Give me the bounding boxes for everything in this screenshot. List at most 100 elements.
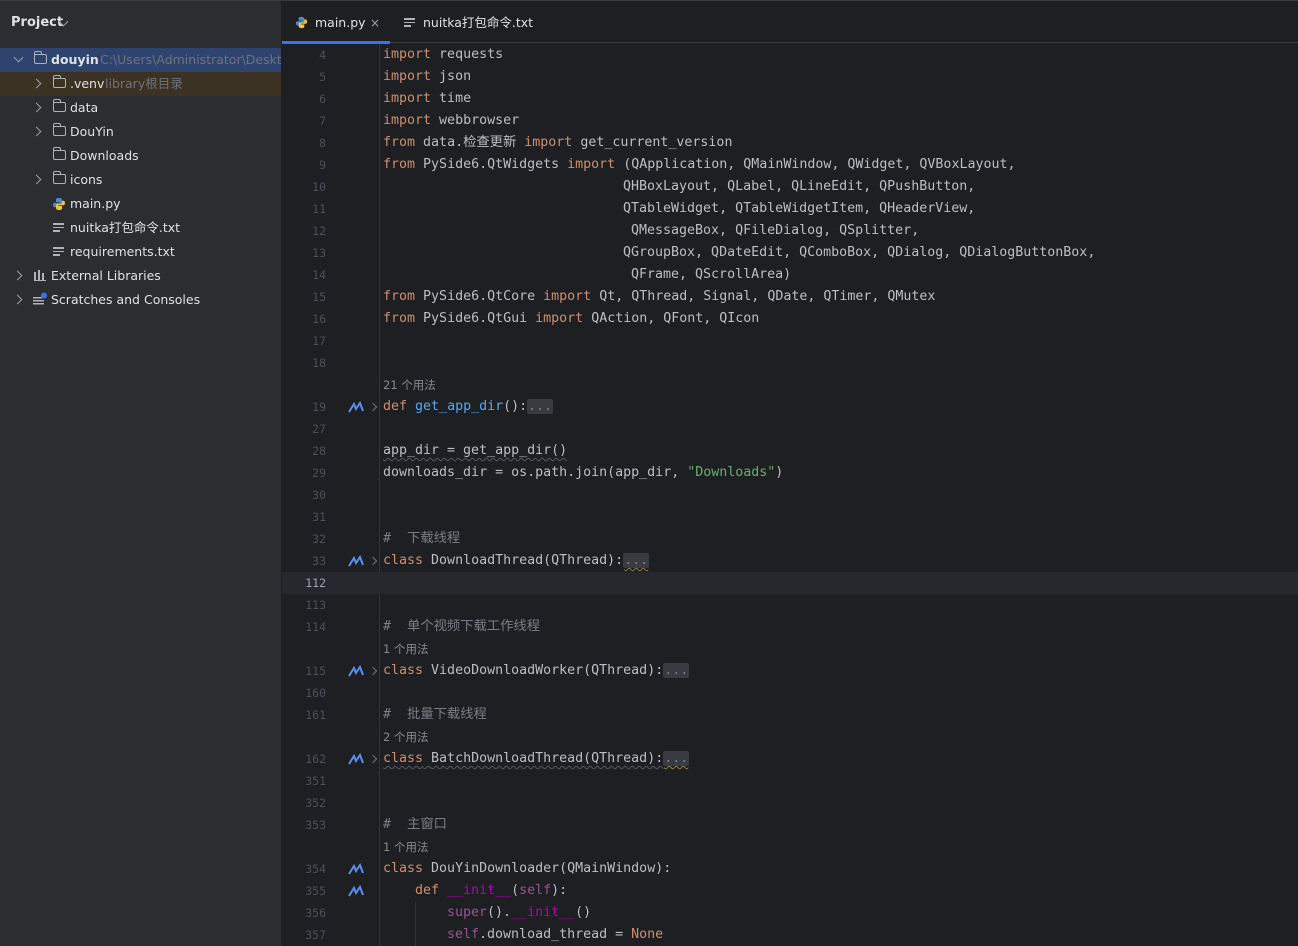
override-marker-icon[interactable]	[348, 665, 364, 677]
project-panel: Project douyin C:\Users\Administrator\De…	[0, 1, 282, 946]
line-number: 7	[319, 114, 326, 128]
chevron-right-icon[interactable]	[31, 174, 42, 185]
code-line: import requests	[383, 47, 504, 62]
code-line: import webbrowser	[383, 113, 520, 128]
override-marker-icon[interactable]	[348, 401, 364, 413]
line-number: 4	[319, 48, 326, 62]
line-number: 357	[305, 928, 326, 942]
chevron-right-icon[interactable]	[31, 78, 42, 89]
line-number: 27	[312, 422, 326, 436]
override-marker-icon[interactable]	[348, 863, 364, 875]
tree-item-venv[interactable]: .venv library根目录	[0, 72, 281, 96]
chevron-down-icon[interactable]	[13, 52, 24, 63]
line-number: 28	[312, 444, 326, 458]
tree-item-path: C:\Users\Administrator\Desktop	[100, 52, 282, 67]
code-comment: # 单个视频下载工作线程	[383, 619, 540, 634]
scratches-icon	[33, 292, 47, 305]
usages-hint[interactable]: 2 个用法	[383, 726, 428, 748]
usages-hint[interactable]: 1 个用法	[383, 836, 428, 858]
tree-item-label: Scratches and Consoles	[51, 292, 201, 307]
tree-item-downloads[interactable]: Downloads	[0, 144, 281, 168]
tree-item-label: data	[70, 100, 99, 115]
chevron-right-icon[interactable]	[31, 102, 42, 113]
usages-hint[interactable]: 21 个用法	[383, 374, 436, 396]
tree-item-douyin[interactable]: douyin C:\Users\Administrator\Desktop	[0, 48, 282, 72]
override-marker-icon[interactable]	[348, 885, 364, 897]
close-icon[interactable]: ×	[370, 1, 380, 45]
project-panel-header[interactable]: Project	[0, 1, 281, 43]
folder-icon	[34, 51, 47, 64]
tree-item-main-py[interactable]: main.py	[0, 192, 281, 216]
tree-item-data[interactable]: data	[0, 96, 281, 120]
chevron-right-icon[interactable]	[12, 270, 23, 281]
code-line: self.download_thread = None	[447, 927, 664, 942]
code-line: def __init__(self):	[415, 883, 568, 898]
line-number: 17	[312, 334, 326, 348]
line-number: 355	[305, 884, 326, 898]
tree-item-label: nuitka打包命令.txt	[70, 220, 181, 235]
line-number: 160	[305, 686, 326, 700]
text-file-icon	[404, 18, 415, 28]
line-number-current: 112	[305, 576, 326, 590]
code-comment: # 批量下载线程	[383, 707, 487, 722]
text-file-icon	[53, 247, 64, 257]
tree-item-label: icons	[70, 172, 103, 187]
code-line: class DownloadThread(QThread):...	[383, 553, 650, 568]
line-number: 12	[312, 224, 326, 238]
fold-chevron-icon[interactable]	[368, 666, 378, 676]
line-number: 32	[312, 532, 326, 546]
fold-chevron-icon[interactable]	[368, 556, 378, 566]
tree-item-label: main.py	[70, 196, 121, 211]
python-file-icon	[53, 198, 65, 210]
code-area[interactable]: 4 import requests 5 import json 6 import ti…	[282, 44, 1298, 946]
code-line: class BatchDownloadThread(QThread):...	[383, 751, 690, 766]
fold-chevron-icon[interactable]	[368, 754, 378, 764]
code-line: class VideoDownloadWorker(QThread):...	[383, 663, 690, 678]
line-number: 16	[312, 312, 326, 326]
line-number: 31	[312, 510, 326, 524]
tree-item-scratches[interactable]: Scratches and Consoles	[0, 288, 281, 312]
tree-item-label: External Libraries	[51, 268, 161, 283]
override-marker-icon[interactable]	[348, 555, 364, 567]
line-number: 162	[305, 752, 326, 766]
code-line: import json	[383, 69, 472, 84]
tree-item-icons[interactable]: icons	[0, 168, 281, 192]
tab-label: main.py	[315, 15, 366, 30]
code-line: QTableWidget, QTableWidgetItem, QHeaderV…	[623, 201, 976, 216]
tree-item-label: DouYin	[70, 124, 114, 139]
tree-item-nuitka-txt[interactable]: nuitka打包命令.txt	[0, 216, 281, 240]
line-number: 5	[319, 70, 326, 84]
line-number: 356	[305, 906, 326, 920]
code-line: from PySide6.QtCore import Qt, QThread, …	[383, 289, 936, 304]
tree-item-external-libraries[interactable]: External Libraries	[0, 264, 281, 288]
usages-hint[interactable]: 1 个用法	[383, 638, 428, 660]
tab-main-py[interactable]: main.py ×	[282, 1, 390, 45]
line-number: 33	[312, 554, 326, 568]
chevron-right-icon[interactable]	[12, 294, 23, 305]
editor: main.py × nuitka打包命令.txt 4 import request…	[282, 1, 1298, 946]
line-number: 29	[312, 466, 326, 480]
line-number: 19	[312, 400, 326, 414]
tree-item-hint: library根目录	[105, 76, 183, 91]
code-line: super().__init__()	[447, 905, 592, 920]
project-panel-title[interactable]: Project	[11, 15, 63, 30]
fold-chevron-icon[interactable]	[368, 402, 378, 412]
code-line: downloads_dir = os.path.join(app_dir, "D…	[383, 465, 784, 480]
code-line: QGroupBox, QDateEdit, QComboBox, QDialog…	[623, 245, 1096, 260]
line-number: 13	[312, 246, 326, 260]
line-number: 351	[305, 774, 326, 788]
line-number: 8	[319, 136, 326, 150]
folder-icon	[53, 99, 66, 112]
library-icon	[34, 270, 46, 281]
tree-item-requirements[interactable]: requirements.txt	[0, 240, 281, 264]
line-number: 9	[319, 158, 326, 172]
tree-item-label: Downloads	[70, 148, 139, 163]
tree-item-douyin-pkg[interactable]: DouYin	[0, 120, 281, 144]
override-marker-icon[interactable]	[348, 753, 364, 765]
line-number: 114	[305, 620, 326, 634]
tab-nuitka-txt[interactable]: nuitka打包命令.txt	[390, 1, 540, 43]
code-line: from PySide6.QtWidgets import (QApplicat…	[383, 157, 1016, 172]
line-number: 11	[312, 202, 326, 216]
chevron-right-icon[interactable]	[31, 126, 42, 137]
line-number: 353	[305, 818, 326, 832]
